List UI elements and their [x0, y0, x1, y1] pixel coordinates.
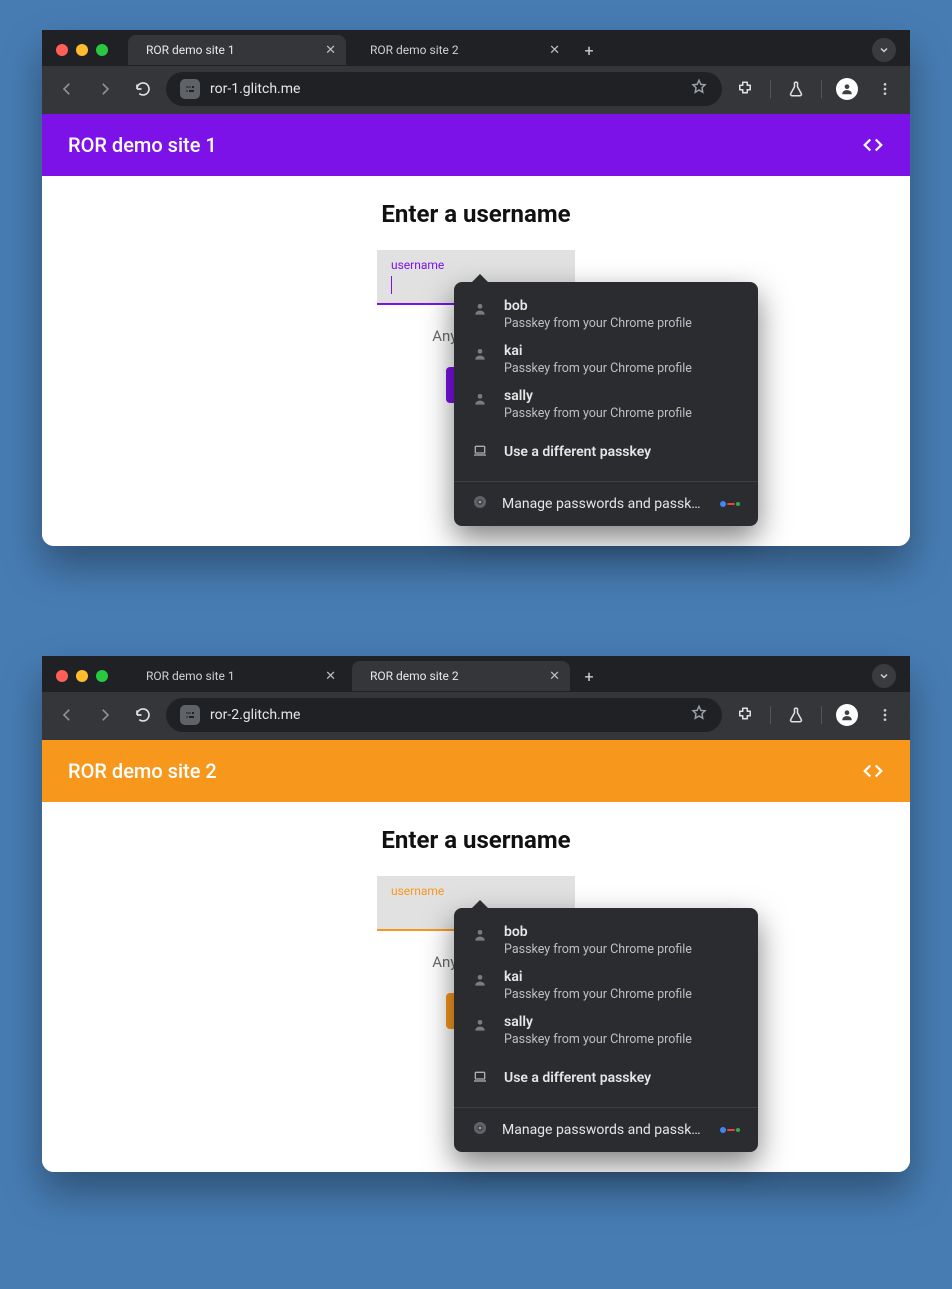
passkey-user-icon [472, 346, 490, 366]
labs-button[interactable] [781, 74, 811, 104]
address-bar[interactable]: ror-1.glitch.me [166, 72, 722, 106]
back-button[interactable] [52, 74, 82, 104]
code-icon[interactable] [862, 134, 884, 156]
text-caret [391, 276, 392, 294]
app-title: ROR demo site 2 [68, 759, 217, 783]
passkey-suggestion[interactable]: sally Passkey from your Chrome profile [454, 382, 758, 427]
manage-passwords-button[interactable]: Manage passwords and passkeys… [454, 1107, 758, 1152]
passkey-suggestion[interactable]: bob Passkey from your Chrome profile [454, 918, 758, 963]
laptop-icon [472, 443, 490, 463]
manage-passwords-button[interactable]: Manage passwords and passkeys… [454, 481, 758, 526]
maximize-window-button[interactable] [96, 44, 108, 56]
passkey-name: kai [504, 969, 692, 985]
app-title: ROR demo site 1 [68, 133, 217, 157]
tab-close-button[interactable]: ✕ [549, 670, 560, 683]
chrome-icon [472, 1120, 488, 1140]
page-heading: Enter a username [42, 200, 910, 228]
passkey-suggestion[interactable]: sally Passkey from your Chrome profile [454, 1008, 758, 1053]
window-controls[interactable] [56, 670, 108, 682]
profile-button[interactable] [832, 74, 862, 104]
chrome-menu-button[interactable] [870, 74, 900, 104]
site-settings-icon[interactable] [180, 705, 200, 725]
chrome-menu-button[interactable] [870, 700, 900, 730]
browser-toolbar: ror-2.glitch.me [42, 692, 910, 740]
profile-button[interactable] [832, 700, 862, 730]
passkey-source: Passkey from your Chrome profile [504, 987, 692, 1002]
window-controls[interactable] [56, 44, 108, 56]
reload-button[interactable] [128, 700, 158, 730]
key-icon [720, 1127, 740, 1133]
key-icon [720, 501, 740, 507]
new-tab-button[interactable]: + [576, 663, 602, 689]
tab-close-button[interactable]: ✕ [325, 44, 336, 57]
passkey-source: Passkey from your Chrome profile [504, 361, 692, 376]
labs-button[interactable] [781, 700, 811, 730]
passkey-suggestion[interactable]: bob Passkey from your Chrome profile [454, 292, 758, 337]
passkey-name: sally [504, 1014, 692, 1030]
passkey-source: Passkey from your Chrome profile [504, 942, 692, 957]
maximize-window-button[interactable] [96, 670, 108, 682]
tab-strip: ROR demo site 1 ✕ ROR demo site 2 ✕ + [42, 30, 910, 66]
passkey-suggestion[interactable]: kai Passkey from your Chrome profile [454, 963, 758, 1008]
passkey-user-icon [472, 391, 490, 411]
url-text: ror-1.glitch.me [210, 81, 680, 97]
passkey-source: Passkey from your Chrome profile [504, 316, 692, 331]
tab-title: ROR demo site 1 [146, 669, 317, 683]
passkey-user-icon [472, 1017, 490, 1037]
passkey-user-icon [472, 972, 490, 992]
browser-window: ROR demo site 1 ✕ ROR demo site 2 ✕ + [42, 656, 910, 1172]
browser-tab[interactable]: ROR demo site 1 ✕ [128, 661, 346, 691]
bookmark-star-icon[interactable] [690, 78, 708, 100]
extensions-button[interactable] [730, 700, 760, 730]
passkey-source: Passkey from your Chrome profile [504, 1032, 692, 1047]
minimize-window-button[interactable] [76, 670, 88, 682]
forward-button[interactable] [90, 74, 120, 104]
passkey-user-icon [472, 927, 490, 947]
passkey-name: bob [504, 924, 692, 940]
close-window-button[interactable] [56, 44, 68, 56]
browser-tab[interactable]: ROR demo site 2 ✕ [352, 35, 570, 65]
app-header: ROR demo site 1 [42, 114, 910, 176]
passkey-name: kai [504, 343, 692, 359]
page-heading: Enter a username [42, 826, 910, 854]
tab-overflow-button[interactable] [872, 38, 896, 62]
passkey-popup: bob Passkey from your Chrome profile kai… [454, 908, 758, 1152]
url-text: ror-2.glitch.me [210, 707, 680, 723]
browser-window: ROR demo site 1 ✕ ROR demo site 2 ✕ + [42, 30, 910, 546]
back-button[interactable] [52, 700, 82, 730]
reload-button[interactable] [128, 74, 158, 104]
tab-title: ROR demo site 2 [370, 669, 541, 683]
use-different-passkey-button[interactable]: Use a different passkey [454, 427, 758, 475]
new-tab-button[interactable]: + [576, 37, 602, 63]
site-settings-icon[interactable] [180, 79, 200, 99]
laptop-icon [472, 1069, 490, 1089]
passkey-name: sally [504, 388, 692, 404]
browser-toolbar: ror-1.glitch.me [42, 66, 910, 114]
app-header: ROR demo site 2 [42, 740, 910, 802]
close-window-button[interactable] [56, 670, 68, 682]
extensions-button[interactable] [730, 74, 760, 104]
passkey-suggestion[interactable]: kai Passkey from your Chrome profile [454, 337, 758, 382]
passkey-name: bob [504, 298, 692, 314]
tab-title: ROR demo site 1 [146, 43, 317, 57]
forward-button[interactable] [90, 700, 120, 730]
tab-close-button[interactable]: ✕ [325, 670, 336, 683]
field-label: username [391, 884, 561, 898]
browser-tab[interactable]: ROR demo site 1 ✕ [128, 35, 346, 65]
passkey-user-icon [472, 301, 490, 321]
tab-close-button[interactable]: ✕ [549, 44, 560, 57]
use-different-passkey-button[interactable]: Use a different passkey [454, 1053, 758, 1101]
tab-overflow-button[interactable] [872, 664, 896, 688]
bookmark-star-icon[interactable] [690, 704, 708, 726]
browser-tab[interactable]: ROR demo site 2 ✕ [352, 661, 570, 691]
address-bar[interactable]: ror-2.glitch.me [166, 698, 722, 732]
chrome-icon [472, 494, 488, 514]
passkey-popup: bob Passkey from your Chrome profile kai… [454, 282, 758, 526]
code-icon[interactable] [862, 760, 884, 782]
minimize-window-button[interactable] [76, 44, 88, 56]
tab-title: ROR demo site 2 [370, 43, 541, 57]
passkey-source: Passkey from your Chrome profile [504, 406, 692, 421]
tab-strip: ROR demo site 1 ✕ ROR demo site 2 ✕ + [42, 656, 910, 692]
field-label: username [391, 258, 561, 272]
